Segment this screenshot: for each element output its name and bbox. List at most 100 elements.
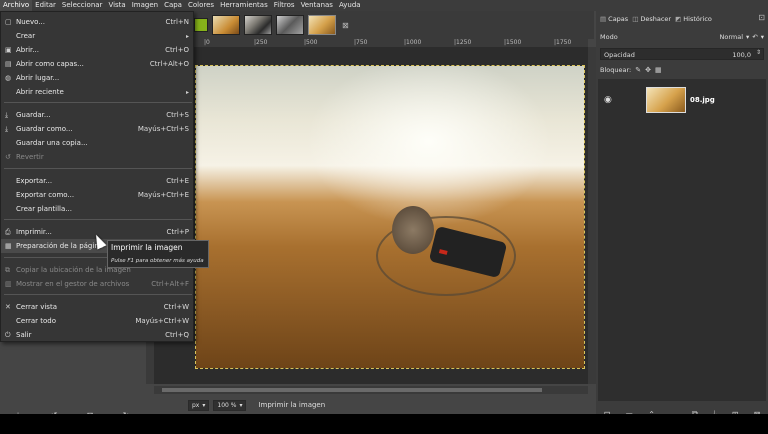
menu-archivo[interactable]: Archivo xyxy=(0,0,33,11)
quit-icon: ⏻ xyxy=(5,330,11,339)
menu-item-label: Exportar... xyxy=(16,177,53,185)
horizontal-scrollbar[interactable] xyxy=(154,386,588,394)
menu-item-salir[interactable]: ⏻ Salir Ctrl+Q xyxy=(1,328,195,342)
menu-item-exportar-como[interactable]: Exportar como... Mayús+Ctrl+E xyxy=(1,188,195,202)
lock-label: Bloquear: xyxy=(600,66,632,74)
image-canvas[interactable] xyxy=(195,65,585,369)
layer-name[interactable]: 08.jpg xyxy=(690,96,715,104)
visibility-eye-icon[interactable]: ◉ xyxy=(604,95,622,105)
menu-item-abrir[interactable]: ▣ Abrir... Ctrl+O xyxy=(1,43,195,57)
unit-select[interactable]: px ▾ xyxy=(188,399,210,411)
menu-item-abrir-como-capas[interactable]: ▤ Abrir como capas... Ctrl+Alt+O xyxy=(1,57,195,71)
menu-seleccionar[interactable]: Seleccionar xyxy=(59,0,106,11)
tab-layers[interactable]: ▤ Capas xyxy=(600,15,628,23)
tab-undo[interactable]: ◫ Deshacer xyxy=(632,15,671,23)
globe-icon: ◍ xyxy=(5,74,12,82)
menu-item-label: Exportar como... xyxy=(16,191,75,199)
layer-row[interactable]: ◉ 08.jpg xyxy=(598,84,766,116)
menu-item-label: Cerrar vista xyxy=(16,303,57,311)
menu-item-shortcut: Ctrl+E xyxy=(166,177,189,185)
close-tab-icon[interactable]: ⊠ xyxy=(342,21,349,30)
vertical-scrollbar[interactable] xyxy=(588,47,596,384)
opacity-slider[interactable]: Opacidad 100,0 ⇕ xyxy=(600,48,764,60)
menu-item-abrir-lugar[interactable]: ◍ Abrir lugar... xyxy=(1,71,195,85)
menu-colores[interactable]: Colores xyxy=(185,0,217,11)
menu-capa[interactable]: Capa xyxy=(161,0,185,11)
menu-item-revertir[interactable]: ↺ Revertir xyxy=(1,150,195,164)
menu-item-label: Abrir como capas... xyxy=(16,60,84,68)
undo-icon: ◫ xyxy=(632,15,639,23)
menu-item-shortcut: Ctrl+W xyxy=(163,303,189,311)
page-setup-icon: ▦ xyxy=(5,242,12,250)
menu-item-cerrar-todo[interactable]: Cerrar todo Mayús+Ctrl+W xyxy=(1,314,195,328)
menu-item-shortcut: Ctrl+P xyxy=(166,228,189,236)
menu-item-abrir-reciente[interactable]: Abrir reciente ▸ xyxy=(1,85,195,99)
menu-item-guardar-una-copia[interactable]: Guardar una copia... xyxy=(1,136,195,150)
tab-layers-label: Capas xyxy=(608,15,629,23)
menu-item-label: Abrir lugar... xyxy=(16,74,60,82)
ruler-tick-label: |0 xyxy=(204,39,210,46)
ruler-top: |-250|0|250|500|750|1000|1250|1500|1750 xyxy=(154,39,588,47)
image-tab-3[interactable] xyxy=(276,15,304,35)
menu-item-label: Salir xyxy=(16,331,32,339)
menu-imagen[interactable]: Imagen xyxy=(129,0,161,11)
tooltip-title: Imprimir la imagen xyxy=(111,243,183,252)
menu-item-crear-plantilla[interactable]: Crear plantilla... xyxy=(1,202,195,216)
lock-alpha-icon[interactable]: ▦ xyxy=(655,66,662,74)
color-swatch[interactable] xyxy=(194,18,208,32)
menu-item-mostrar-en-el-gestor-de-archivos[interactable]: ▥ Mostrar en el gestor de archivos Ctrl+Al… xyxy=(1,277,195,291)
dock-menu-icon[interactable]: ⊡ xyxy=(758,13,765,22)
save-icon: ⤓ xyxy=(5,110,9,119)
opacity-value: 100,0 xyxy=(732,51,751,59)
image-tab-2[interactable] xyxy=(244,15,272,35)
opacity-row: Opacidad 100,0 ⇕ xyxy=(596,47,768,61)
ruler-tick-label: |250 xyxy=(254,39,268,46)
ruler-tick-label: |1250 xyxy=(454,39,472,46)
menubar: Archivo Editar Seleccionar Vista Imagen Capa C… xyxy=(0,0,768,11)
menu-filtros[interactable]: Filtros xyxy=(271,0,298,11)
menu-ventanas[interactable]: Ventanas xyxy=(298,0,336,11)
lock-row: Bloquear: ✎ ✥ ▦ xyxy=(596,64,768,76)
menu-item-crear[interactable]: Crear ▸ xyxy=(1,29,195,43)
open-layers-icon: ▤ xyxy=(5,60,12,68)
tab-history-label: Histórico xyxy=(683,15,712,23)
bottom-black-bar xyxy=(0,414,768,434)
revert-icon: ↺ xyxy=(5,153,11,161)
tab-history[interactable]: ◩ Histórico xyxy=(675,15,712,23)
menu-item-shortcut: Ctrl+Alt+O xyxy=(149,60,189,68)
reset-mode-icon[interactable]: ↶ xyxy=(752,33,757,41)
image-tab-4[interactable] xyxy=(308,15,336,35)
menu-item-shortcut: Ctrl+Alt+F xyxy=(151,280,189,288)
menu-item-cerrar-vista[interactable]: ✕ Cerrar vista Ctrl+W xyxy=(1,300,195,314)
menu-ayuda[interactable]: Ayuda xyxy=(336,0,364,11)
menu-item-nuevo[interactable]: ▢ Nuevo... Ctrl+N xyxy=(1,15,195,29)
menu-vista[interactable]: Vista xyxy=(105,0,128,11)
menu-item-guardar-como[interactable]: ⤓ Guardar como... Mayús+Ctrl+S xyxy=(1,122,195,136)
zoom-select[interactable]: 100 % ▾ xyxy=(213,399,247,411)
image-tab-1[interactable] xyxy=(212,15,240,35)
scrollbar-thumb[interactable] xyxy=(162,388,542,392)
menu-editar[interactable]: Editar xyxy=(32,0,59,11)
menu-item-label: Cerrar todo xyxy=(16,317,56,325)
menu-item-shortcut: Mayús+Ctrl+W xyxy=(135,317,189,325)
ruler-tick-label: |500 xyxy=(304,39,318,46)
unit-value: px xyxy=(192,401,200,409)
mode-select[interactable]: Normal ▾ ↶ ▾ xyxy=(719,33,764,41)
save-as-icon: ⤓ xyxy=(5,124,9,133)
lock-pixels-icon[interactable]: ✎ xyxy=(635,66,641,74)
menu-item-exportar[interactable]: Exportar... Ctrl+E xyxy=(1,174,195,188)
menu-item-label: Revertir xyxy=(16,153,44,161)
ruler-tick-label: |1500 xyxy=(504,39,522,46)
tooltip-hint: Pulse F1 para obtener más ayuda xyxy=(111,258,204,264)
menu-item-shortcut: Ctrl+Q xyxy=(165,331,189,339)
open-icon: ▣ xyxy=(5,46,12,54)
lock-position-icon[interactable]: ✥ xyxy=(645,66,651,74)
menu-item-guardar[interactable]: ⤓ Guardar... Ctrl+S xyxy=(1,108,195,122)
menu-item-label: Crear plantilla... xyxy=(16,205,72,213)
ruler-tick-label: |1750 xyxy=(554,39,572,46)
menu-herramientas[interactable]: Herramientas xyxy=(217,0,271,11)
image-tabs: ⊠ xyxy=(144,11,594,39)
menu-item-label: Guardar... xyxy=(16,111,51,119)
print-icon: ⎙ xyxy=(5,227,11,236)
spin-arrows-icon[interactable]: ⇕ xyxy=(756,49,761,56)
